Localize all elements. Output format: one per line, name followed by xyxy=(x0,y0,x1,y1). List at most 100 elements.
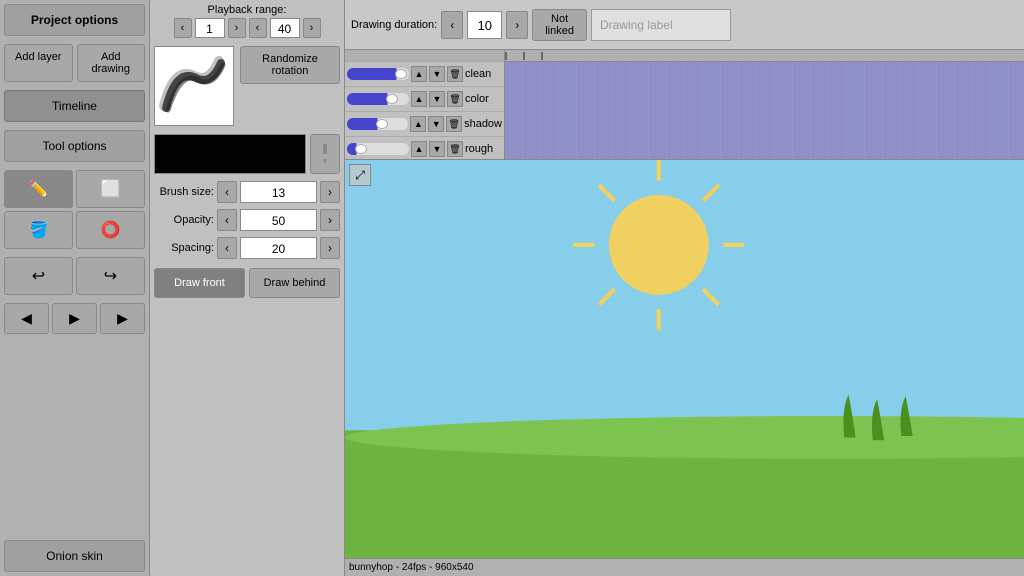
frame-cell[interactable] xyxy=(973,87,991,112)
range-start-left-btn[interactable]: ‹ xyxy=(174,18,192,38)
redo-button[interactable]: ↪ xyxy=(76,257,145,295)
frame-cell[interactable] xyxy=(1009,112,1024,137)
frame-cell[interactable] xyxy=(649,87,667,112)
frame-cell[interactable] xyxy=(901,112,919,137)
frame-cell[interactable] xyxy=(595,112,613,137)
frame-cell[interactable] xyxy=(559,137,577,159)
brush-size-decrease-btn[interactable]: ‹ xyxy=(217,181,237,203)
frame-cell[interactable] xyxy=(847,87,865,112)
frame-cell[interactable] xyxy=(541,87,559,112)
frame-cell[interactable] xyxy=(757,62,775,87)
fill-tool-button[interactable]: 🪣 xyxy=(4,211,73,249)
frame-cell[interactable] xyxy=(991,137,1009,159)
frame-cell[interactable] xyxy=(829,87,847,112)
tool-options-label[interactable]: Tool options xyxy=(4,130,145,162)
frame-cell[interactable] xyxy=(523,112,541,137)
drawing-label-input[interactable]: Drawing label xyxy=(591,9,731,41)
lasso-tool-button[interactable]: ⭕ xyxy=(76,211,145,249)
color-preview[interactable] xyxy=(154,134,306,174)
frame-cell[interactable] xyxy=(649,137,667,159)
frame-cell[interactable] xyxy=(649,62,667,87)
frame-cell[interactable] xyxy=(847,112,865,137)
frame-cell[interactable] xyxy=(955,87,973,112)
frame-cell[interactable] xyxy=(613,137,631,159)
frame-cell[interactable] xyxy=(847,137,865,159)
layer-color-down[interactable]: ▼ xyxy=(429,91,445,107)
layer-color-delete[interactable]: 🗑 xyxy=(447,91,463,107)
frame-cell[interactable] xyxy=(919,112,937,137)
layer-shadow-down[interactable]: ▼ xyxy=(428,116,444,132)
frame-cell[interactable] xyxy=(775,62,793,87)
frame-cell[interactable] xyxy=(793,62,811,87)
frame-cell[interactable] xyxy=(883,137,901,159)
layer-shadow-delete[interactable]: 🗑 xyxy=(446,116,462,132)
frame-cell[interactable] xyxy=(973,62,991,87)
frame-cell[interactable] xyxy=(901,62,919,87)
frame-cell[interactable] xyxy=(559,112,577,137)
frame-cell[interactable] xyxy=(1009,87,1024,112)
frame-cell[interactable] xyxy=(685,62,703,87)
frame-cell[interactable] xyxy=(919,137,937,159)
frame-cell[interactable] xyxy=(739,137,757,159)
frame-cell[interactable] xyxy=(811,112,829,137)
frame-cell[interactable] xyxy=(901,137,919,159)
frame-cell[interactable] xyxy=(955,137,973,159)
duration-decrease-btn[interactable]: ‹ xyxy=(441,11,463,39)
range-start-right-btn[interactable]: › xyxy=(228,18,246,38)
frame-cell[interactable] xyxy=(1009,62,1024,87)
frame-cell[interactable] xyxy=(559,87,577,112)
frame-cell[interactable] xyxy=(937,137,955,159)
frame-cell[interactable] xyxy=(631,87,649,112)
onion-skin-button[interactable]: Onion skin xyxy=(4,540,145,572)
frame-cell[interactable] xyxy=(919,87,937,112)
layer-rough-down[interactable]: ▼ xyxy=(429,141,445,157)
duration-increase-btn[interactable]: › xyxy=(506,11,528,39)
layer-clean-down[interactable]: ▼ xyxy=(429,66,445,82)
frame-cell[interactable] xyxy=(937,112,955,137)
spacing-decrease-btn[interactable]: ‹ xyxy=(217,237,237,259)
frame-cell[interactable] xyxy=(505,112,523,137)
layer-shadow-up[interactable]: ▲ xyxy=(410,116,426,132)
frame-cell[interactable] xyxy=(667,112,685,137)
frame-cell[interactable] xyxy=(955,62,973,87)
frame-cell[interactable] xyxy=(595,87,613,112)
frame-cell[interactable] xyxy=(667,62,685,87)
frame-cell[interactable] xyxy=(577,112,595,137)
brush-size-increase-btn[interactable]: › xyxy=(320,181,340,203)
spacing-increase-btn[interactable]: › xyxy=(320,237,340,259)
frame-cell[interactable] xyxy=(703,112,721,137)
frame-cell[interactable] xyxy=(505,87,523,112)
frame-cell[interactable] xyxy=(739,112,757,137)
frame-cell[interactable] xyxy=(865,87,883,112)
frame-cell[interactable] xyxy=(649,112,667,137)
frame-cell[interactable] xyxy=(973,112,991,137)
frame-cell[interactable] xyxy=(865,112,883,137)
frame-cell[interactable] xyxy=(613,112,631,137)
frame-cell[interactable] xyxy=(739,62,757,87)
frame-cell[interactable] xyxy=(541,112,559,137)
frame-cell[interactable] xyxy=(505,62,523,87)
add-drawing-button[interactable]: Add drawing xyxy=(77,44,146,82)
eraser-tool-button[interactable]: ⬜ xyxy=(76,170,145,208)
frame-cell[interactable] xyxy=(865,137,883,159)
frame-cell[interactable] xyxy=(847,62,865,87)
eyedropper-button[interactable] xyxy=(310,134,340,174)
frame-cell[interactable] xyxy=(523,87,541,112)
frame-cell[interactable] xyxy=(775,87,793,112)
frame-cell[interactable] xyxy=(631,62,649,87)
frame-cell[interactable] xyxy=(811,62,829,87)
frame-cell[interactable] xyxy=(955,112,973,137)
range-end-right-btn[interactable]: › xyxy=(303,18,321,38)
frame-cell[interactable] xyxy=(703,62,721,87)
draw-behind-button[interactable]: Draw behind xyxy=(249,268,340,298)
frame-cell[interactable] xyxy=(703,87,721,112)
frame-cell[interactable] xyxy=(631,137,649,159)
frame-cell[interactable] xyxy=(667,87,685,112)
draw-front-button[interactable]: Draw front xyxy=(154,268,245,298)
frame-cell[interactable] xyxy=(505,137,523,159)
frame-cell[interactable] xyxy=(829,62,847,87)
frame-cell[interactable] xyxy=(829,112,847,137)
frame-cell[interactable] xyxy=(883,87,901,112)
frame-cell[interactable] xyxy=(757,87,775,112)
frame-cell[interactable] xyxy=(811,87,829,112)
